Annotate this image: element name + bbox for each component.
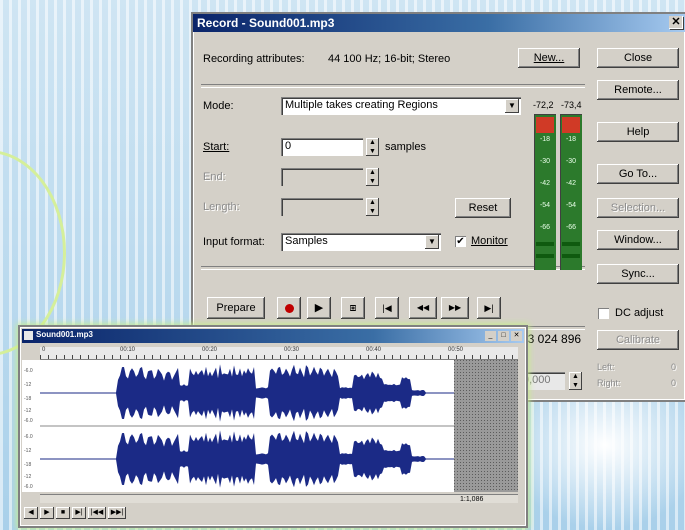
right-level-meter: -18 -30 -42 -54 -66 [560, 114, 582, 270]
close-icon[interactable]: ✕ [511, 331, 522, 341]
horizontal-scrollbar[interactable] [40, 494, 518, 503]
close-icon[interactable]: ✕ [669, 16, 683, 29]
maximize-icon[interactable]: □ [498, 331, 509, 341]
play-icon[interactable]: ◀ [24, 507, 38, 519]
end-input[interactable] [281, 168, 363, 186]
waveform-svg [40, 360, 518, 492]
start-unit-label: samples [385, 141, 426, 153]
dc-adjust-checkbox[interactable] [598, 308, 609, 319]
recording-attributes-label: Recording attributes: [203, 53, 305, 65]
dialog-title: Record - Sound001.mp3 [197, 16, 335, 30]
time-ruler[interactable]: 0 00:10 00:20 00:30 00:40 00:50 [40, 347, 518, 360]
document-icon [24, 331, 33, 340]
left-peak-value: -72,2 [533, 100, 554, 110]
calibrate-button[interactable]: Calibrate [597, 330, 679, 350]
selection-button[interactable]: Selection... [597, 198, 679, 218]
sound-window: Sound001.mp3 _ □ ✕ -6.0 -12 -18 -12 -6.0… [20, 327, 526, 526]
left-value: 0 [671, 362, 677, 372]
record-dot-icon [284, 303, 294, 313]
right-label: Right: [597, 378, 621, 388]
length-spinner[interactable]: ▲ ▼ [366, 198, 379, 216]
help-button[interactable]: Help [597, 122, 679, 142]
start-spinner[interactable]: ▲ ▼ [366, 138, 379, 156]
go-to-end-button[interactable]: ▶| [477, 297, 501, 319]
monitor-checkbox[interactable]: ✔ [455, 236, 466, 247]
sound-window-title: Sound001.mp3 [36, 330, 93, 339]
start-value: 0 [285, 140, 292, 152]
dc-adjust-label: DC adjust [615, 307, 664, 319]
input-format-value: Samples [285, 235, 328, 247]
sound-window-title-bar[interactable]: Sound001.mp3 _ □ ✕ [22, 329, 524, 343]
reset-button[interactable]: Reset [455, 198, 511, 218]
offset-spinner[interactable]: ▲ ▼ [569, 372, 582, 390]
minimize-icon[interactable]: _ [485, 331, 496, 341]
time-readout: 03 024 896 [521, 332, 582, 346]
go-to-button[interactable]: Go To... [597, 164, 679, 184]
right-peak-value: -73,4 [561, 100, 582, 110]
prepare-button[interactable]: Prepare [207, 297, 265, 319]
play-button[interactable]: ▶ [307, 297, 331, 319]
sound-status-bar: ◀ ▶ ■ ▶| |◀◀ ▶▶| 1:1,086 [22, 496, 524, 521]
recording-attributes-value: 44 100 Hz; 16-bit; Stereo [328, 53, 451, 65]
length-label: Length: [203, 201, 240, 213]
mode-label: Mode: [203, 100, 234, 112]
start-input[interactable]: 0 [281, 138, 363, 156]
waveform-display[interactable] [40, 360, 518, 492]
sync-button[interactable]: Sync... [597, 264, 679, 284]
start-label: Start: [203, 141, 230, 153]
record-button[interactable] [277, 297, 301, 319]
chevron-down-icon[interactable]: ▼ [425, 235, 439, 249]
go-end-icon[interactable]: ▶| [72, 507, 86, 519]
left-label: Left: [597, 362, 615, 372]
separator [201, 266, 585, 270]
chevron-down-icon[interactable]: ▼ [505, 99, 519, 113]
forward-icon[interactable]: ▶▶| [108, 507, 126, 519]
end-spinner[interactable]: ▲ ▼ [366, 168, 379, 186]
mode-dropdown[interactable]: Multiple takes creating Regions ▼ [281, 97, 521, 115]
amplitude-ruler: -6.0 -12 -18 -12 -6.0 -6.0 -12 -18 -12 -… [22, 360, 41, 492]
window-button[interactable]: Window... [597, 230, 679, 250]
play-forward-icon[interactable]: ▶ [40, 507, 54, 519]
left-level-meter: -18 -30 -42 -54 -66 [534, 114, 556, 270]
separator [201, 84, 585, 88]
remote-button[interactable]: Remote... [597, 80, 679, 100]
new-button[interactable]: New... [518, 48, 580, 68]
go-to-start-button[interactable]: |◀ [375, 297, 399, 319]
fast-forward-button[interactable]: ▶▶ [441, 297, 469, 319]
offset-value: 0,000 [523, 374, 551, 386]
input-format-label: Input format: [203, 236, 265, 248]
zoom-level: 1:1,086 [460, 496, 484, 503]
monitor-label: Monitor [471, 235, 508, 247]
close-button[interactable]: Close [597, 48, 679, 68]
stop-icon[interactable]: ■ [56, 507, 70, 519]
mode-value: Multiple takes creating Regions [285, 99, 438, 111]
dialog-title-bar[interactable]: Record - Sound001.mp3 ✕ [193, 14, 685, 32]
right-value: 0 [671, 378, 677, 388]
end-label: End: [203, 171, 226, 183]
input-format-dropdown[interactable]: Samples ▼ [281, 233, 441, 251]
rewind-icon[interactable]: |◀◀ [88, 507, 106, 519]
stop-button[interactable]: ⧆ [341, 297, 365, 319]
length-input[interactable] [281, 198, 363, 216]
rewind-button[interactable]: ◀◀ [409, 297, 437, 319]
